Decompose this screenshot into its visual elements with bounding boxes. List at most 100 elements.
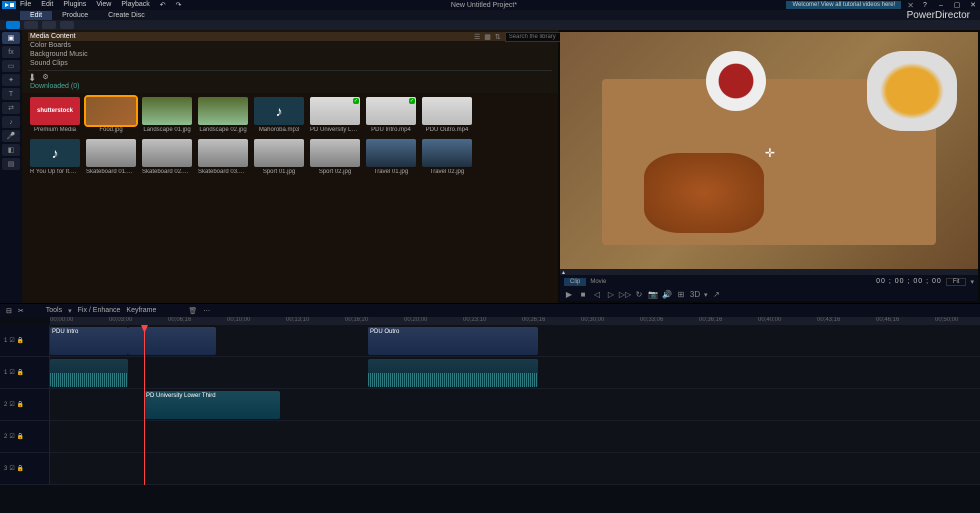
track-header[interactable]: 2 ☑ 🔒 [0,421,50,452]
list-view-icon[interactable]: ☰ [474,33,480,41]
preview-viewport[interactable]: ✛ [560,32,978,269]
fix-enhance-button[interactable]: Fix / Enhance [78,307,121,314]
minimize-button[interactable]: – [936,2,946,9]
media-thumbnail[interactable] [198,139,248,167]
audio-room-icon[interactable]: ♪ [2,116,20,128]
options-icon[interactable]: ⚙ [42,73,48,82]
media-room-icon[interactable] [6,21,20,29]
timeline-clip[interactable] [128,327,216,355]
media-item[interactable]: Landscape 02.jpg [198,97,248,133]
menu-plugins[interactable]: Plugins [63,1,86,9]
movie-mode-button[interactable]: Movie [590,279,606,285]
media-thumbnail[interactable]: ✓ [310,97,360,125]
fit-dropdown[interactable]: Fit [946,278,967,286]
track-header[interactable]: 1 ☑ 🔒 [0,325,50,356]
media-thumbnail[interactable]: ✓ [366,97,416,125]
media-item[interactable]: ✓PD University Lower ... [310,97,360,133]
track-header[interactable]: 2 ☑ 🔒 [0,389,50,420]
snapshot-button[interactable]: 📷 [648,291,658,299]
category-sound-clips[interactable]: Sound Clips [28,59,552,68]
next-frame-button[interactable]: ▷ [606,291,616,299]
3d-button[interactable]: 3D [690,291,700,299]
undock-button[interactable]: ↗ [712,291,722,299]
stop-button[interactable]: ■ [578,291,588,299]
media-item[interactable]: Travel 02.jpg [422,139,472,175]
title-room-icon[interactable]: T [2,88,20,100]
media-thumbnail[interactable] [86,97,136,125]
tools-dropdown[interactable]: Tools [46,307,62,314]
media-item[interactable]: Food.jpg [86,97,136,133]
media-thumbnail[interactable] [254,139,304,167]
timeline-clip[interactable]: PD University Lower Third [144,391,280,419]
sort-icon[interactable]: ⇅ [495,33,501,41]
track-content[interactable]: PDU IntroPDU Outro [50,325,980,356]
grid-view-icon[interactable]: ▦ [484,33,491,41]
media-thumbnail[interactable] [198,97,248,125]
delete-icon[interactable]: 🗑 [188,307,197,315]
media-item[interactable]: PDU Outro.mp4 [422,97,472,133]
timeline-ruler[interactable]: 00;00;0000;03;0000;06;1600;10;0000;13;10… [50,317,980,325]
tab-create-disc[interactable]: Create Disc [98,11,155,20]
media-item[interactable]: ♪R You Up for It.m4a [30,139,80,175]
cut-icon[interactable]: ✂ [18,307,24,315]
pip-room-icon[interactable]: ▭ [2,60,20,72]
media-item[interactable]: ✓PDU Intro.mp4 [366,97,416,133]
timeline-clip[interactable] [368,359,538,387]
category-downloaded[interactable]: Downloaded (0) [28,82,552,91]
menu-edit[interactable]: Edit [41,1,53,9]
menu-view[interactable]: View [96,1,111,9]
search-input[interactable] [505,32,567,42]
voice-room-icon[interactable]: 🎤 [2,130,20,142]
media-thumbnail[interactable] [366,139,416,167]
fast-forward-button[interactable]: ▷▷ [620,291,630,299]
media-thumbnail[interactable] [86,139,136,167]
track-content[interactable] [50,357,980,388]
media-item[interactable]: Skateboard 01.mp4 [86,139,136,175]
volume-icon[interactable]: 🔊 [662,291,672,299]
maximize-button[interactable]: ▢ [952,1,962,9]
collapse-icon[interactable]: ⊟ [6,307,12,315]
menu-file[interactable]: File [20,1,31,9]
quality-button[interactable]: ⊞ [676,291,686,299]
media-thumbnail[interactable] [142,139,192,167]
media-thumbnail[interactable]: ♪ [30,139,80,167]
import-icon[interactable]: ⬇ [28,73,36,82]
track-content[interactable]: PD University Lower Third [50,389,980,420]
track-header[interactable]: 1 ☑ 🔒 [0,357,50,388]
welcome-message[interactable]: Welcome! View all tutorial videos here! [786,1,901,9]
play-button[interactable]: ▶ [564,291,574,299]
effect-room-icon[interactable]: fx [2,46,20,58]
playhead[interactable] [144,325,145,485]
welcome-close-icon[interactable]: ✕ [907,1,914,10]
filter-icon[interactable] [60,21,74,29]
tab-edit[interactable]: Edit [20,11,52,20]
close-button[interactable]: ✕ [968,1,978,9]
media-item[interactable]: Travel 01.jpg [366,139,416,175]
more-icon[interactable]: ⋯ [203,307,210,315]
timeline-clip[interactable] [50,359,128,387]
prev-frame-button[interactable]: ◁ [592,291,602,299]
media-item[interactable]: Sport 01.jpg [254,139,304,175]
media-thumbnail[interactable] [422,139,472,167]
help-button[interactable]: ? [920,2,930,9]
center-handle-icon[interactable]: ✛ [765,146,775,160]
transition-room-icon[interactable]: ⇄ [2,102,20,114]
subtitle-room-icon[interactable]: ▤ [2,158,20,170]
media-thumbnail[interactable]: ♪ [254,97,304,125]
track-header[interactable]: 3 ☑ 🔒 [0,453,50,484]
loop-button[interactable]: ↻ [634,291,644,299]
undo-icon[interactable]: ↶ [160,1,166,9]
media-item[interactable]: Landscape 01.jpg [142,97,192,133]
media-item[interactable]: shutterstockPremium Media [30,97,80,133]
category-background-music[interactable]: Background Music [28,50,552,59]
library-icon[interactable] [24,21,38,29]
rooms-icon[interactable] [42,21,56,29]
media-thumbnail[interactable] [310,139,360,167]
media-thumbnail[interactable] [422,97,472,125]
media-item[interactable]: Sport 02.jpg [310,139,360,175]
media-item[interactable]: Skateboard 02.mp4 [142,139,192,175]
track-content[interactable] [50,421,980,452]
timeline-clip[interactable]: PDU Intro [50,327,128,355]
media-thumbnail[interactable] [142,97,192,125]
media-item[interactable]: ♪Mahoroba.mp3 [254,97,304,133]
